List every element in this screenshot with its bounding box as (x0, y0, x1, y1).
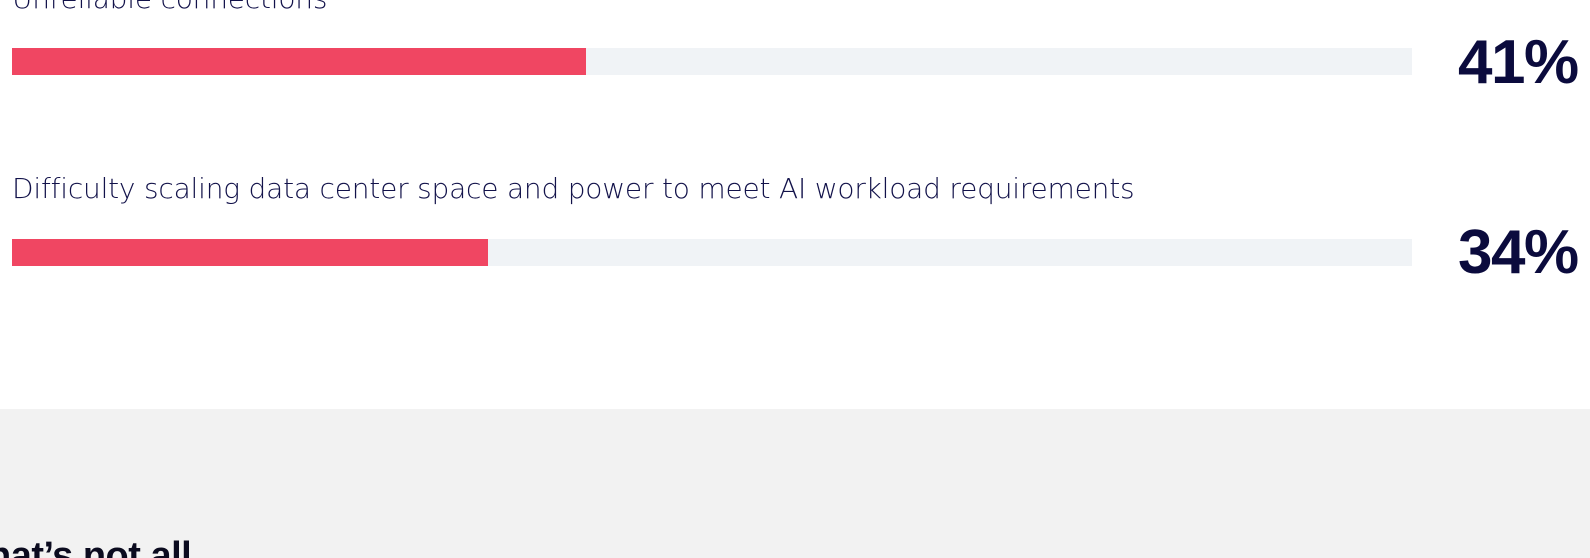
stat-bar-fill (12, 239, 488, 266)
stat-bar-track (12, 239, 1412, 266)
stat-value: 41% (1458, 28, 1579, 97)
page: Unreliable connections 41% Difficulty sc… (0, 0, 1590, 558)
stat-label: Unreliable connections (12, 0, 327, 15)
survey-stats-section: Unreliable connections 41% Difficulty sc… (0, 0, 1590, 409)
stat-value: 34% (1458, 218, 1579, 287)
next-section: hat’s not all (0, 409, 1590, 558)
stat-bar-track (12, 48, 1412, 75)
section-heading: hat’s not all (0, 535, 192, 558)
stat-bar-fill (12, 48, 586, 75)
stat-label: Difficulty scaling data center space and… (12, 172, 1135, 205)
